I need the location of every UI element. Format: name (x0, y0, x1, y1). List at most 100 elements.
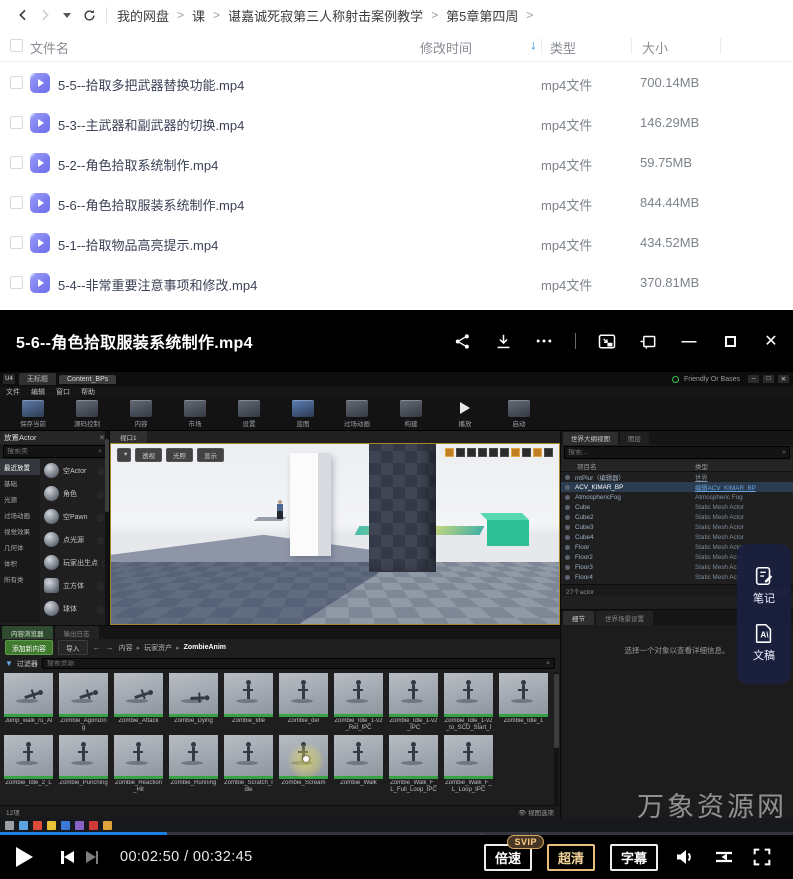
outliner-row: Cube3 Static Mesh Actor (561, 522, 793, 532)
file-row[interactable]: 5-4--非常重要注意事项和修改.mp4 mp4文件 370.81MB (0, 263, 793, 303)
taskbar-icon (19, 821, 28, 830)
share-icon[interactable] (452, 331, 472, 351)
file-size: 700.14MB (640, 75, 699, 90)
player-side-panel: 笔记 A\ 文稿 (737, 544, 791, 684)
file-row[interactable]: 5-2--角色拾取系统制作.mp4 mp4文件 59.75MB (0, 143, 793, 183)
picture-in-picture-icon[interactable] (597, 331, 617, 351)
quality-button[interactable]: 超清 (547, 844, 595, 871)
video-file-icon (30, 73, 50, 93)
ue-place-category: 最近放置 (0, 459, 40, 475)
file-row[interactable]: 5-1--拾取物品高亮提示.mp4 mp4文件 434.52MB (0, 223, 793, 263)
asset-thumbnail (224, 673, 273, 717)
asset-item: Zombie_Idle_1-v2_to_SCD_Start_IPC (444, 673, 493, 732)
volume-icon[interactable] (673, 845, 697, 869)
divider (541, 38, 542, 54)
file-row[interactable]: 5-5--拾取多把武器替换功能.mp4 mp4文件 700.14MB (0, 63, 793, 103)
filter-icon: ▼ (5, 659, 13, 668)
breadcrumb: 我的网盘 > 课 > 谌嘉诚死寂第三人称射击案例教学 > 第5章第四周 > (117, 6, 541, 25)
row-checkbox[interactable] (10, 76, 23, 89)
details-tab: 细节 (563, 611, 594, 625)
recording-indicator-icon (672, 376, 679, 383)
file-name[interactable]: 5-6--角色拾取服装系统制作.mp4 (58, 195, 244, 214)
file-type: mp4文件 (541, 275, 592, 294)
select-all-checkbox[interactable] (10, 39, 23, 52)
cast-icon[interactable] (638, 331, 658, 351)
breadcrumb-item[interactable]: 谌嘉诚死寂第三人称射击案例教学 (228, 6, 423, 25)
search-icon: ⌕ (546, 660, 554, 668)
asset-thumbnail (334, 735, 383, 779)
subtitle-button[interactable]: 字幕 (610, 844, 658, 871)
fullscreen-icon[interactable] (751, 846, 773, 868)
back-icon[interactable] (12, 4, 34, 26)
speed-button[interactable]: 倍速 SVIP (484, 844, 532, 871)
ue-place-category: 过场动画 (0, 507, 40, 523)
column-size[interactable]: 大小 (642, 38, 668, 57)
playlist-icon[interactable] (712, 845, 736, 869)
player-title: 5-6--角色拾取服装系统制作.mp4 (16, 329, 253, 353)
notes-button[interactable]: 笔记 (753, 565, 775, 606)
breadcrumb-item[interactable]: 我的网盘 (117, 6, 169, 25)
ue-project-tab: Content_BPs (59, 375, 116, 384)
asset-thumbnail (114, 735, 163, 779)
ue-toolbar-button: 蓝图 (278, 400, 328, 428)
file-name[interactable]: 5-1--拾取物品高亮提示.mp4 (58, 235, 218, 254)
row-checkbox[interactable] (10, 236, 23, 249)
scrollbar (105, 431, 109, 625)
outliner-row: mtPlur（编辑器） 世界 (561, 472, 793, 482)
taskbar-icon (89, 821, 98, 830)
add-new-button: 添加新内容 (5, 640, 53, 655)
file-name[interactable]: 5-2--角色拾取系统制作.mp4 (58, 155, 218, 174)
file-name[interactable]: 5-4--非常重要注意事项和修改.mp4 (58, 275, 257, 294)
asset-thumbnail (4, 735, 53, 779)
ue-toolbar-button: 市场 (170, 400, 220, 428)
previous-button[interactable] (61, 851, 74, 864)
viewport-show-button: 显示 (197, 448, 224, 462)
forward-icon[interactable] (34, 4, 56, 26)
transcript-button[interactable]: A\ 文稿 (753, 622, 775, 663)
asset-item: Zombie_Walk_F_L_Loop_IPC (444, 735, 493, 794)
more-icon[interactable] (534, 331, 554, 351)
next-button[interactable] (86, 851, 99, 864)
ue-place-item: 立方体 ⓘ (40, 574, 109, 597)
screen: 我的网盘 > 课 > 谌嘉诚死寂第三人称射击案例教学 > 第5章第四周 > 文件… (0, 0, 793, 879)
content-path: 内容▸ 玩家资产▸ ZombieAnim (119, 643, 226, 653)
ue-toolbar-icon (238, 400, 260, 417)
column-modified[interactable]: 修改时间 (420, 38, 472, 57)
row-checkbox[interactable] (10, 116, 23, 129)
download-icon[interactable] (493, 331, 513, 351)
refresh-icon[interactable] (78, 4, 100, 26)
asset-item: Zombie_Attack (114, 673, 163, 732)
file-row[interactable]: 5-6--角色拾取服装系统制作.mp4 mp4文件 844.44MB (0, 183, 793, 223)
actor-count: 27个actor (566, 586, 594, 596)
ue-viewport-tab: 视口1 (110, 431, 147, 443)
video-frame[interactable]: U4 无标题 Content_BPs Friendly Or Bases – □… (0, 372, 793, 832)
ue-toolbar-button: 内容 (116, 400, 166, 428)
info-icon: ⓘ (98, 581, 105, 591)
row-checkbox[interactable] (10, 156, 23, 169)
column-filename[interactable]: 文件名 (30, 38, 69, 57)
row-checkbox[interactable] (10, 276, 23, 289)
file-name[interactable]: 5-5--拾取多把武器替换功能.mp4 (58, 75, 244, 94)
ue-place-actors-title: 放置Actor (4, 432, 37, 443)
minimize-icon[interactable]: — (679, 331, 699, 351)
close-icon[interactable]: ✕ (761, 331, 781, 351)
sort-desc-icon[interactable]: ↓ (530, 37, 537, 52)
ue-place-item: 空Actor ⓘ (40, 459, 109, 482)
asset-thumbnail (279, 673, 328, 717)
ue-actor-icon (44, 555, 59, 570)
column-type[interactable]: 类型 (550, 38, 576, 57)
asset-thumbnail (4, 673, 53, 717)
file-size: 434.52MB (640, 235, 699, 250)
breadcrumb-item[interactable]: 第5章第四周 (446, 6, 518, 25)
maximize-icon[interactable] (720, 331, 740, 351)
row-checkbox[interactable] (10, 196, 23, 209)
ue-toolbar-button: 设置 (224, 400, 274, 428)
ue-place-category: 视觉效果 (0, 523, 40, 539)
file-name[interactable]: 5-3--主武器和副武器的切换.mp4 (58, 115, 244, 134)
viewport-options-caret: ▾ (117, 448, 131, 462)
play-button[interactable] (16, 847, 33, 867)
ue-toolbar-button: 构建 (386, 400, 436, 428)
breadcrumb-item[interactable]: 课 (192, 6, 205, 25)
file-row[interactable]: 5-3--主武器和副武器的切换.mp4 mp4文件 146.29MB (0, 103, 793, 143)
history-dropdown-icon[interactable] (56, 4, 78, 26)
